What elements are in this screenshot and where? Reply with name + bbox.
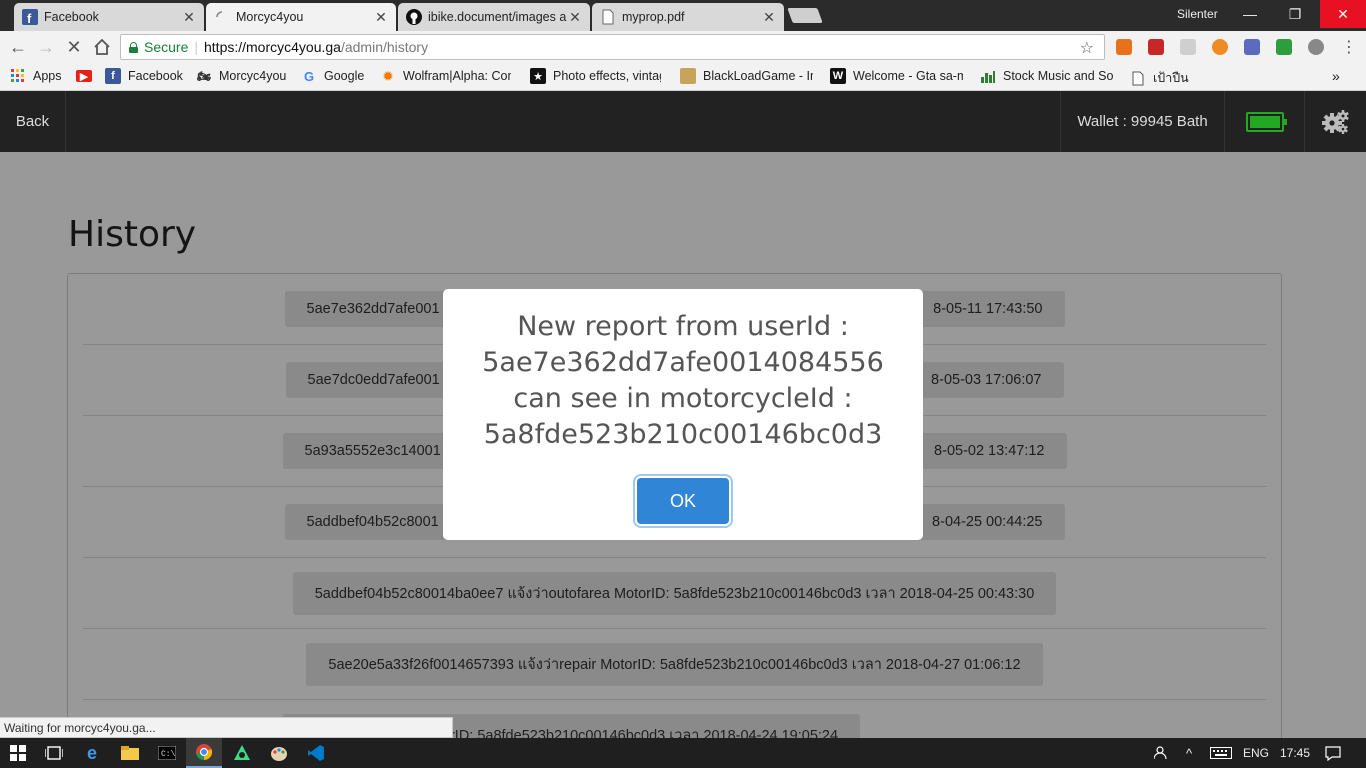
- home-icon[interactable]: [89, 35, 115, 59]
- status-bubble: Waiting for morcyc4you.ga...: [0, 717, 453, 738]
- bookmark-thai-page[interactable]: เป้าปืน: [1130, 68, 1189, 88]
- url-host: https://morcyc4you.ga: [204, 39, 341, 55]
- chrome-icon[interactable]: [186, 738, 222, 768]
- bookmark-youtube[interactable]: ▶: [76, 68, 99, 83]
- facebook-icon: f: [105, 68, 121, 84]
- google-icon: G: [303, 68, 315, 84]
- extension-icon[interactable]: [1148, 39, 1164, 55]
- wallet-balance: Wallet : 99945 Bath: [1060, 91, 1225, 152]
- svg-text:C:\: C:\: [161, 750, 176, 759]
- extension-icon[interactable]: [1180, 39, 1196, 55]
- bookmark-star-icon[interactable]: ☆: [1080, 38, 1094, 58]
- extension-icon[interactable]: [1276, 39, 1292, 55]
- language-indicator[interactable]: ENG: [1243, 738, 1269, 768]
- restore-icon[interactable]: ❐: [1272, 0, 1318, 28]
- windows-taskbar: e C:\ ^ ENG 17:45: [0, 738, 1366, 768]
- document-icon: [600, 9, 616, 25]
- bookmarks-bar: Apps ▶ f Facebook 🏍 Morcyc4you G Google …: [0, 63, 1366, 91]
- apps-grid-icon: [10, 68, 26, 84]
- windows-start-icon[interactable]: [0, 738, 36, 768]
- action-center-icon[interactable]: [1325, 738, 1341, 768]
- tab-label: Morcyc4you: [236, 10, 304, 24]
- file-explorer-icon[interactable]: [112, 738, 148, 768]
- menu-kebab-icon[interactable]: ⋮: [1336, 35, 1362, 59]
- people-icon[interactable]: [1154, 738, 1170, 768]
- android-studio-icon[interactable]: [224, 738, 260, 768]
- dialog-message: New report from userId : 5ae7e362dd7afe0…: [482, 311, 884, 450]
- vscode-icon[interactable]: [298, 738, 334, 768]
- extension-icon[interactable]: [1212, 39, 1228, 55]
- minimize-icon[interactable]: —: [1227, 0, 1273, 28]
- terminal-icon[interactable]: C:\: [149, 738, 185, 768]
- youtube-icon: ▶: [76, 70, 92, 83]
- bookmark-morcyc4you[interactable]: 🏍 Morcyc4you: [196, 68, 286, 84]
- address-bar[interactable]: Secure | https://morcyc4you.ga/admin/his…: [120, 34, 1105, 60]
- bookmark-wolfram[interactable]: ✹ Wolfram|Alpha: Com: [380, 68, 511, 84]
- page-icon: [1130, 70, 1146, 86]
- star-icon: ★: [530, 68, 546, 84]
- profile-name[interactable]: Silenter: [1177, 7, 1218, 21]
- paint-icon[interactable]: [261, 738, 297, 768]
- bookmark-google[interactable]: G Google: [301, 68, 364, 84]
- forward-arrow-icon[interactable]: →: [33, 35, 59, 59]
- wolfram-icon: ✹: [382, 67, 394, 84]
- task-view-icon[interactable]: [36, 738, 72, 768]
- tab-label: ibike.document/images a: [428, 10, 567, 24]
- more-bookmarks-icon[interactable]: »: [1332, 68, 1340, 84]
- game-icon: [680, 68, 696, 84]
- github-icon: [406, 9, 422, 25]
- keyboard-icon[interactable]: [1210, 738, 1232, 768]
- stop-icon[interactable]: ✕: [61, 35, 87, 59]
- svg-text:f: f: [27, 11, 32, 25]
- bookmark-photo-effects[interactable]: ★ Photo effects, vintag: [530, 68, 661, 84]
- back-arrow-icon[interactable]: ←: [5, 35, 31, 59]
- loading-spinner-icon: [214, 9, 230, 25]
- tab-myprop-pdf[interactable]: myprop.pdf ✕: [592, 3, 784, 31]
- close-icon[interactable]: ✕: [182, 9, 196, 26]
- url-path: /admin/history: [340, 39, 429, 55]
- browser-toolbar: ← → ✕ Secure | https://morcyc4you.ga/adm…: [0, 31, 1366, 63]
- chevron-up-icon[interactable]: ^: [1186, 738, 1192, 768]
- browser-tab-strip: f Facebook ✕ Morcyc4you ✕ ibike.document…: [0, 0, 1366, 31]
- lock-icon: [129, 41, 138, 53]
- extension-icon[interactable]: [1116, 39, 1132, 55]
- w-icon: W: [830, 68, 846, 84]
- audio-bars-icon: [980, 68, 996, 84]
- battery-indicator: [1225, 91, 1305, 152]
- app-navbar: Back Wallet : 99945 Bath: [0, 91, 1366, 152]
- tab-facebook[interactable]: f Facebook ✕: [14, 3, 204, 31]
- tab-morcyc4you[interactable]: Morcyc4you ✕: [206, 3, 396, 31]
- extension-icon[interactable]: [1244, 39, 1260, 55]
- new-tab-button[interactable]: [787, 8, 823, 23]
- battery-icon: [1245, 111, 1287, 132]
- motorcycle-icon: 🏍: [197, 70, 211, 83]
- close-icon[interactable]: ✕: [762, 9, 776, 26]
- alert-dialog: New report from userId : 5ae7e362dd7afe0…: [443, 289, 923, 540]
- clock[interactable]: 17:45: [1280, 738, 1310, 768]
- secure-label: Secure: [144, 39, 189, 55]
- bookmark-gta[interactable]: W Welcome - Gta sa-m: [830, 68, 963, 84]
- bookmark-stock-music[interactable]: Stock Music and Sou: [980, 68, 1113, 84]
- bookmark-apps[interactable]: Apps: [10, 68, 62, 84]
- bookmark-facebook[interactable]: f Facebook: [105, 68, 183, 84]
- bookmark-blackloadgame[interactable]: BlackLoadGame - Inc: [680, 68, 813, 84]
- tab-ibike-document[interactable]: ibike.document/images a ✕: [398, 3, 590, 31]
- ok-button[interactable]: OK: [637, 478, 729, 524]
- tab-label: Facebook: [44, 10, 99, 24]
- close-icon[interactable]: ✕: [568, 9, 582, 26]
- facebook-icon: f: [22, 9, 38, 25]
- back-button[interactable]: Back: [0, 91, 66, 152]
- edge-browser-icon[interactable]: e: [74, 738, 110, 768]
- extension-icon[interactable]: [1308, 39, 1324, 55]
- close-window-icon[interactable]: ✕: [1320, 0, 1366, 28]
- web-page: Back Wallet : 99945 Bath History 5ae7e36…: [0, 91, 1366, 738]
- close-icon[interactable]: ✕: [374, 9, 388, 26]
- settings-gears-icon[interactable]: [1305, 91, 1366, 152]
- tab-label: myprop.pdf: [622, 10, 685, 24]
